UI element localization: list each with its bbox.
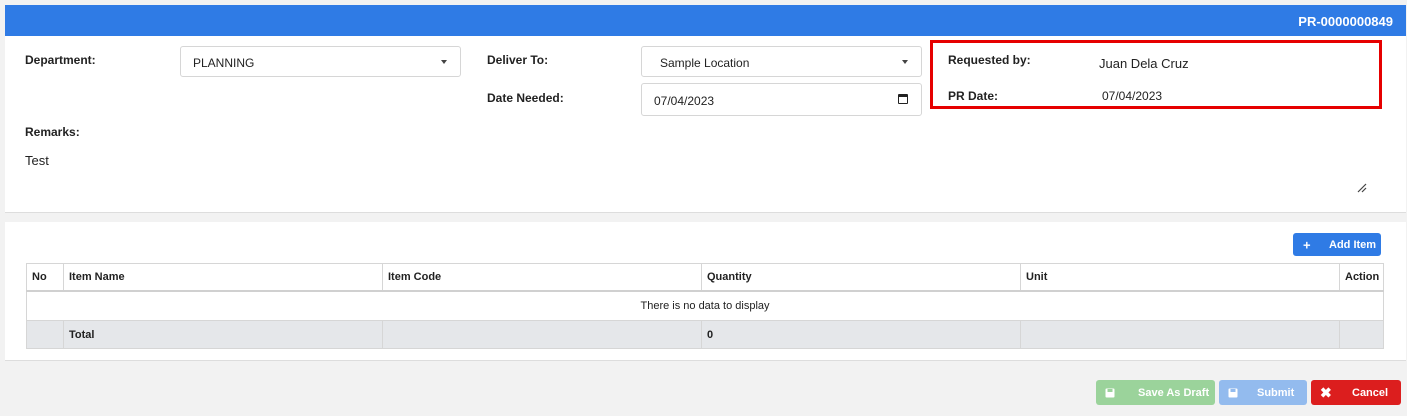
requester-highlight-box xyxy=(930,40,1382,109)
total-row: Total 0 xyxy=(26,320,1384,349)
table-header-row: No Item Name Item Code Quantity Unit Act… xyxy=(26,263,1384,292)
remarks-label: Remarks: xyxy=(25,125,80,139)
add-item-button[interactable]: + Add Item xyxy=(1293,233,1381,256)
submit-label: Submit xyxy=(1257,386,1295,399)
calendar-icon[interactable] xyxy=(898,94,908,104)
items-table: No Item Name Item Code Quantity Unit Act… xyxy=(26,263,1384,349)
department-label: Department: xyxy=(25,53,96,67)
remarks-textarea[interactable]: Test xyxy=(25,153,49,168)
items-panel: + Add Item No Item Name Item Code Quanti… xyxy=(5,222,1406,361)
column-header-item-code[interactable]: Item Code xyxy=(382,263,702,292)
deliver-to-value: Sample Location xyxy=(660,56,750,70)
pr-number: PR-0000000849 xyxy=(1298,14,1393,29)
date-needed-input[interactable]: 07/04/2023 xyxy=(641,83,922,116)
deliver-to-select[interactable]: Sample Location xyxy=(641,46,922,77)
total-cell-unit xyxy=(1020,320,1340,349)
submit-button[interactable]: Submit xyxy=(1219,380,1307,405)
total-cell-action xyxy=(1339,320,1384,349)
total-cell-item-code xyxy=(382,320,702,349)
plus-icon: + xyxy=(1303,237,1311,252)
date-needed-label: Date Needed: xyxy=(487,91,564,105)
chevron-down-icon xyxy=(902,60,908,64)
cancel-label: Cancel xyxy=(1352,386,1389,399)
department-value: PLANNING xyxy=(193,56,255,70)
empty-message: There is no data to display xyxy=(26,290,1384,321)
save-as-draft-button[interactable]: Save As Draft xyxy=(1096,380,1215,405)
close-icon: ✖ xyxy=(1320,384,1332,400)
column-header-no[interactable]: No xyxy=(26,263,64,292)
resize-handle-icon[interactable] xyxy=(1357,183,1367,193)
column-header-quantity[interactable]: Quantity xyxy=(701,263,1021,292)
column-header-action[interactable]: Action xyxy=(1339,263,1384,292)
header-bar: PR-0000000849 xyxy=(5,5,1406,36)
deliver-to-label: Deliver To: xyxy=(487,53,549,67)
total-quantity: 0 xyxy=(701,320,1021,349)
total-label: Total xyxy=(63,320,383,349)
empty-row: There is no data to display xyxy=(26,290,1384,321)
save-icon xyxy=(1105,388,1115,397)
add-item-label: Add Item xyxy=(1329,238,1377,251)
total-cell-no xyxy=(26,320,64,349)
column-header-unit[interactable]: Unit xyxy=(1020,263,1340,292)
save-as-draft-label: Save As Draft xyxy=(1138,386,1210,399)
date-needed-value: 07/04/2023 xyxy=(654,94,715,108)
department-select[interactable]: PLANNING xyxy=(180,46,461,77)
column-header-item-name[interactable]: Item Name xyxy=(63,263,383,292)
save-icon xyxy=(1228,388,1238,397)
cancel-button[interactable]: ✖ Cancel xyxy=(1311,380,1401,405)
chevron-down-icon xyxy=(441,60,447,64)
